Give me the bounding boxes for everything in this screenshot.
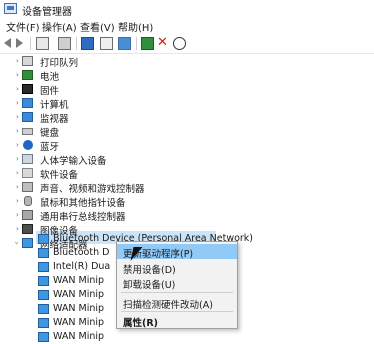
expand-caret[interactable]: › [16, 155, 19, 163]
menu-bar: 文件(F) 操作(A) 查看(V) 帮助(H) [0, 18, 374, 34]
menu-action[interactable]: 操作(A) [42, 19, 77, 34]
title-bar: 设备管理器 [0, 0, 374, 20]
computer-icon [22, 98, 33, 108]
software-device-icon [22, 168, 33, 178]
network-adapter-icon [38, 332, 49, 342]
tree-item-label: 蓝牙 [40, 142, 60, 153]
expand-caret[interactable]: › [16, 99, 19, 107]
properties-menu-item[interactable]: 属性(R) [117, 313, 237, 329]
bluetooth-icon [23, 140, 33, 150]
properties-icon[interactable] [36, 37, 49, 50]
tree-item-label: 通用串行总线控制器 [40, 212, 126, 223]
scan-hardware-menu-item[interactable]: 扫描检测硬件改动(A) [117, 295, 237, 311]
disable-device-menu-item[interactable]: 禁用设备(D) [117, 260, 237, 276]
back-arrow-icon[interactable] [4, 38, 11, 48]
device-manager-icon [4, 3, 17, 14]
tree-item-label: Intel(R) Dua [53, 261, 111, 272]
expand-caret[interactable]: › [16, 169, 19, 177]
menu-item-label: 扫描检测硬件改动(A) [123, 300, 213, 311]
chip-icon [22, 84, 33, 94]
menu-view[interactable]: 查看(V) [80, 19, 115, 34]
add-driver-icon[interactable] [141, 37, 154, 50]
help-icon[interactable] [81, 37, 94, 50]
menu-file[interactable]: 文件(F) [6, 19, 40, 34]
menu-item-label: 属性(R) [123, 318, 158, 329]
menu-item-label: 禁用设备(D) [123, 265, 176, 276]
expand-caret[interactable]: › [16, 225, 19, 233]
expand-caret[interactable]: › [16, 141, 19, 149]
camera-icon [22, 224, 33, 234]
download-icon[interactable] [173, 37, 186, 50]
tree-item-label: 键盘 [40, 128, 60, 139]
tree-item-label: 计算机 [40, 100, 69, 111]
battery-icon [22, 70, 33, 80]
show-hidden-icon[interactable] [100, 37, 113, 50]
printer-icon [22, 56, 33, 66]
menu-help[interactable]: 帮助(H) [118, 19, 153, 34]
network-adapter-icon [38, 276, 49, 286]
tree-item-label: WAN Minip [53, 275, 105, 286]
tree-item-label: WAN Minip [53, 317, 105, 328]
expand-caret[interactable]: › [16, 127, 19, 135]
keyboard-icon [22, 128, 33, 135]
mouse-icon [24, 196, 32, 206]
tree-item-label: WAN Minip [53, 331, 105, 342]
menu-separator [121, 311, 233, 312]
expand-caret[interactable]: › [16, 57, 19, 65]
expand-caret[interactable]: › [16, 197, 19, 205]
tree-item-label: 声音、视频和游戏控制器 [40, 184, 145, 195]
expand-caret[interactable]: › [16, 211, 19, 219]
tree-item-label: 人体学输入设备 [40, 156, 107, 167]
toolbar: ✕ [0, 34, 374, 54]
expand-caret[interactable]: › [16, 113, 19, 121]
network-adapter-icon [38, 262, 49, 272]
uninstall-device-menu-item[interactable]: 卸载设备(U) [117, 275, 237, 291]
expand-caret[interactable]: › [16, 183, 19, 191]
network-adapter-icon [38, 234, 49, 244]
tree-item-label: WAN Minip [53, 303, 105, 314]
collapse-caret[interactable]: › [12, 242, 20, 245]
tree-item-label: WAN Minip [53, 289, 105, 300]
hid-icon [22, 154, 33, 164]
uninstall-x-icon[interactable]: ✕ [157, 35, 168, 50]
network-adapter-icon [38, 318, 49, 328]
menu-separator [121, 292, 233, 293]
tree-item-label: 打印队列 [40, 58, 79, 69]
toolbar-separator [76, 37, 77, 50]
monitor-icon [22, 112, 33, 122]
toolbar-separator [136, 37, 137, 50]
tree-item-label: 监视器 [40, 114, 69, 125]
network-adapter-icon [38, 290, 49, 300]
window-title: 设备管理器 [22, 7, 72, 18]
tree-item-label: Bluetooth D [53, 247, 110, 258]
expand-caret[interactable]: › [16, 71, 19, 79]
tree-item-label: 固件 [40, 86, 60, 97]
tree-item-label: 电池 [40, 72, 60, 83]
expand-caret[interactable]: › [16, 85, 19, 93]
monitor-icon[interactable] [118, 37, 131, 50]
forward-arrow-icon[interactable] [16, 38, 23, 48]
toolbar-separator [30, 37, 31, 50]
menu-item-label: 卸载设备(U) [123, 280, 176, 291]
network-adapter-icon [38, 304, 49, 314]
network-adapter-icon [38, 248, 49, 258]
view-icon[interactable] [58, 37, 71, 50]
tree-item-label: 鼠标和其他指针设备 [40, 198, 126, 209]
usb-icon [22, 210, 33, 220]
tree-item-label: 软件设备 [40, 170, 79, 181]
network-adapter-icon [22, 238, 33, 248]
audio-icon [22, 182, 33, 192]
